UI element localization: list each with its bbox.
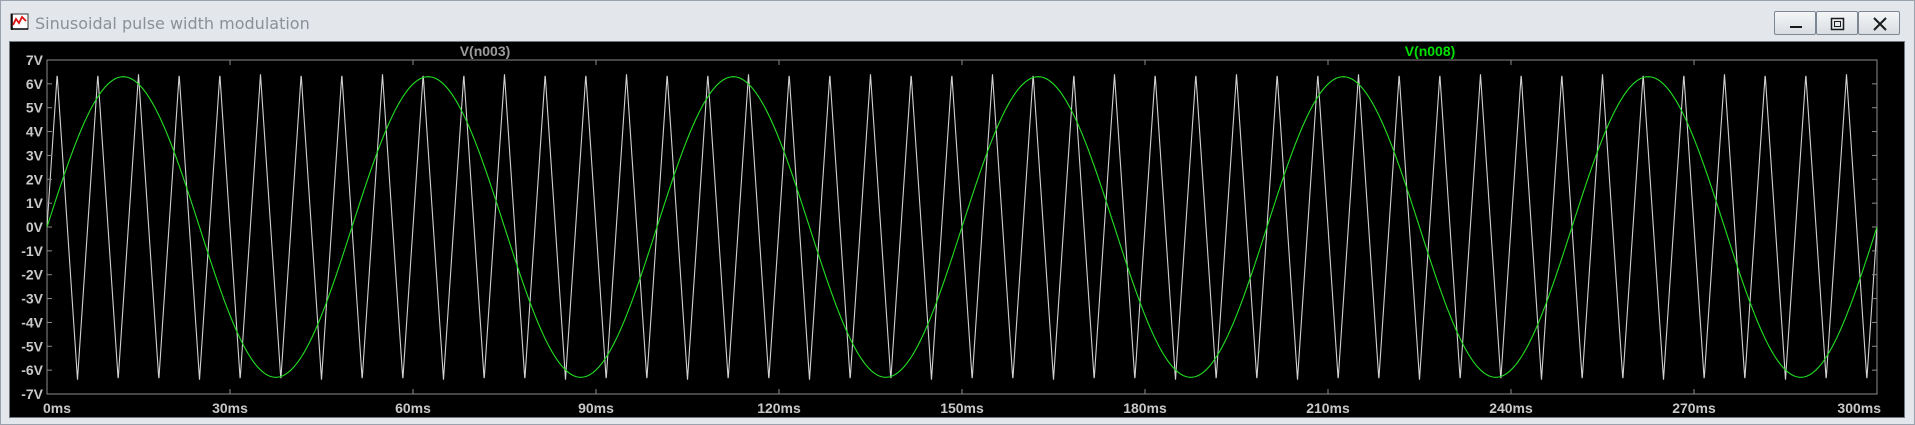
x-tick-label: 60ms — [395, 400, 431, 416]
y-tick-label: -2V — [21, 267, 43, 283]
y-tick-label: -4V — [21, 314, 43, 330]
y-tick-label: 7V — [26, 52, 44, 68]
trace-label-vn003: V(n003) — [460, 43, 511, 59]
y-tick-label: -6V — [21, 362, 43, 378]
minimize-button[interactable] — [1774, 11, 1816, 35]
x-tick-label: 180ms — [1123, 400, 1167, 416]
minimize-icon — [1790, 26, 1802, 28]
waveform-chart[interactable]: V(n003) V(n008) 7V 6V 5V 4V 3V 2V 1V 0V -1V -2V -3V… — [10, 42, 1904, 417]
y-tick-label: 6V — [26, 76, 44, 92]
trace-label-vn008: V(n008) — [1405, 43, 1456, 59]
y-tick-label: 5V — [26, 100, 44, 116]
restore-icon — [1830, 17, 1845, 31]
title-bar[interactable]: Sinusoidal pulse width modulation — [1, 1, 1914, 41]
y-tick-label: 1V — [26, 195, 44, 211]
maximize-button[interactable] — [1816, 11, 1858, 35]
x-tick-label: 30ms — [212, 400, 248, 416]
close-icon — [1873, 17, 1887, 31]
close-button[interactable] — [1858, 11, 1900, 35]
y-tick-label: 0V — [26, 219, 44, 235]
y-tick-label: -7V — [21, 386, 43, 402]
x-tick-label: 240ms — [1489, 400, 1533, 416]
y-tick-label: -1V — [21, 243, 43, 259]
x-tick-label: 0ms — [43, 400, 71, 416]
x-tick-label: 120ms — [757, 400, 801, 416]
plot-window: Sinusoidal pulse width modulation V(n003… — [0, 0, 1915, 425]
y-tick-label: -5V — [21, 338, 43, 354]
waveform-plot[interactable]: V(n003) V(n008) 7V 6V 5V 4V 3V 2V 1V 0V -1V -2V -3V… — [9, 41, 1905, 418]
x-tick-label: 300ms — [1837, 400, 1881, 416]
waveform-app-icon — [10, 13, 29, 30]
x-tick-label: 150ms — [940, 400, 984, 416]
y-tick-label: 2V — [26, 171, 44, 187]
x-tick-label: 90ms — [578, 400, 614, 416]
x-tick-label: 270ms — [1672, 400, 1716, 416]
trace-vn008 — [46, 76, 1878, 378]
y-tick-label: 4V — [26, 124, 44, 140]
y-tick-label: -3V — [21, 291, 43, 307]
window-title: Sinusoidal pulse width modulation — [35, 14, 310, 33]
y-tick-label: 3V — [26, 147, 44, 163]
x-tick-label: 210ms — [1306, 400, 1350, 416]
